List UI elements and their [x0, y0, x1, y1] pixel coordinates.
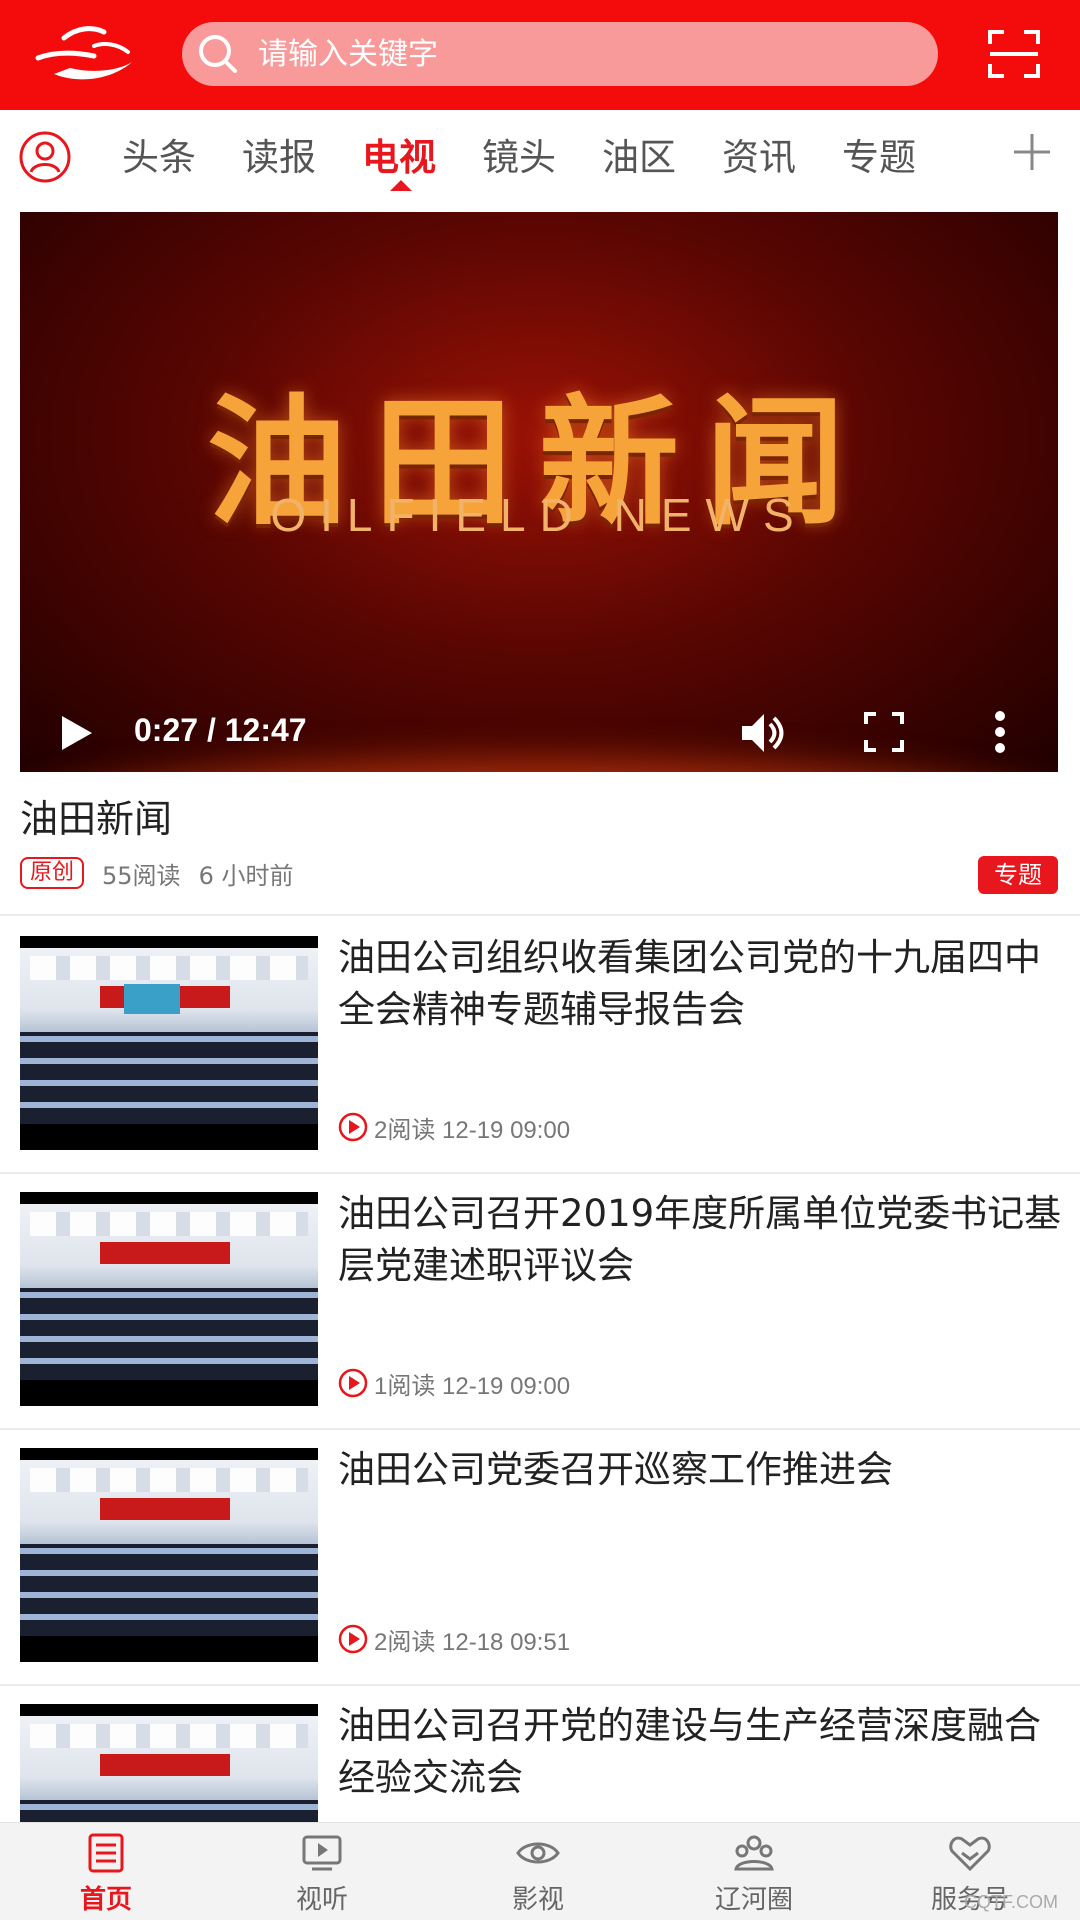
news-meta: 1阅读 12-19 09:00 [338, 1366, 570, 1400]
news-title[interactable]: 油田公司党委召开巡察工作推进会 [338, 1444, 1062, 1496]
active-tab-indicator [390, 180, 412, 191]
news-item[interactable]: 油田公司党委召开巡察工作推进会 2阅读 12-18 09:51 [0, 1428, 1080, 1684]
search-input[interactable] [258, 28, 908, 80]
tab-topics[interactable]: 专题 [842, 128, 916, 188]
play-circle-icon [338, 1112, 368, 1142]
news-meta: 2阅读 12-19 09:00 [338, 1110, 570, 1144]
featured-meta: 原创 55阅读 6 小时前 [20, 856, 293, 890]
channel-tabs: 头条 读报 电视 镜头 油区 资讯 专题 [0, 110, 1080, 210]
read-count: 55阅读 [102, 861, 181, 890]
tab-lens[interactable]: 镜头 [482, 128, 556, 188]
scan-icon[interactable] [986, 26, 1042, 82]
add-channel-icon[interactable] [1010, 130, 1054, 174]
home-icon [88, 1833, 124, 1873]
more-options-icon[interactable] [994, 710, 1006, 754]
nav-home[interactable]: 首页 [36, 1823, 176, 1920]
news-meta-text: 2阅读 12-19 09:00 [374, 1116, 571, 1144]
video-time: 0:27 / 12:47 [134, 712, 307, 748]
topic-badge[interactable]: 专题 [978, 856, 1058, 894]
nav-label: 首页 [79, 1885, 132, 1915]
news-title[interactable]: 油田公司召开2019年度所属单位党委书记基层党建述职评议会 [338, 1188, 1062, 1292]
news-meta: 2阅读 12-18 09:51 [338, 1622, 570, 1656]
video-controls: 0:27 / 12:47 [20, 700, 1058, 770]
app-logo[interactable] [34, 18, 138, 90]
nav-label: 视听 [295, 1885, 348, 1915]
community-icon [734, 1835, 774, 1871]
news-title[interactable]: 油田公司组织收看集团公司党的十九届四中全会精神专题辅导报告会 [338, 932, 1062, 1036]
tab-tv[interactable]: 电视 [362, 128, 436, 188]
nav-label: 影视 [511, 1885, 564, 1915]
video-title-en: OILFIELD NEWS [270, 489, 808, 541]
tab-headlines[interactable]: 头条 [122, 128, 196, 188]
play-circle-icon [338, 1368, 368, 1398]
original-badge: 原创 [20, 857, 85, 889]
nav-audio-visual[interactable]: 视听 [252, 1823, 392, 1920]
tab-info[interactable]: 资讯 [722, 128, 796, 188]
nav-label: 辽河圈 [714, 1885, 793, 1915]
play-icon[interactable] [60, 714, 94, 752]
tab-newspaper[interactable]: 读报 [242, 128, 316, 188]
news-thumbnail [20, 1448, 318, 1662]
publish-age: 6 小时前 [198, 861, 294, 890]
news-item[interactable]: 油田公司召开2019年度所属单位党委书记基层党建述职评议会 1阅读 12-19 … [0, 1172, 1080, 1428]
user-icon[interactable] [18, 130, 72, 184]
search-icon [199, 35, 237, 73]
news-meta-text: 2阅读 12-18 09:51 [374, 1628, 571, 1656]
fullscreen-icon[interactable] [864, 712, 904, 752]
volume-icon[interactable] [738, 710, 786, 756]
news-title[interactable]: 油田公司召开党的建设与生产经营深度融合经验交流会 [338, 1700, 1062, 1804]
nav-community[interactable]: 辽河圈 [684, 1823, 824, 1920]
nav-film[interactable]: 影视 [468, 1823, 608, 1920]
search-bar[interactable] [182, 22, 938, 86]
news-item[interactable]: 油田公司组织收看集团公司党的十九届四中全会精神专题辅导报告会 2阅读 12-19… [0, 916, 1080, 1172]
watermark: CQTF.COM [964, 1892, 1058, 1912]
play-circle-icon [338, 1624, 368, 1654]
video-player[interactable]: 油田新闻 OILFIELD NEWS 0:27 / 12:47 [20, 212, 1058, 772]
top-bar [0, 0, 1080, 110]
bottom-nav: 首页 视听 影视 辽河圈 服务号 [0, 1822, 1080, 1920]
handshake-icon [949, 1836, 991, 1872]
video-icon [302, 1835, 342, 1871]
news-meta-text: 1阅读 12-19 09:00 [374, 1372, 571, 1400]
app-root: 头条 读报 电视 镜头 油区 资讯 专题 油田新闻 OILFIELD NEWS … [0, 0, 1080, 1920]
eye-icon [516, 1842, 560, 1864]
featured-video-title[interactable]: 油田新闻 [20, 788, 172, 843]
news-thumbnail [20, 1192, 318, 1406]
tab-oilfield[interactable]: 油区 [602, 128, 676, 188]
news-thumbnail [20, 936, 318, 1150]
